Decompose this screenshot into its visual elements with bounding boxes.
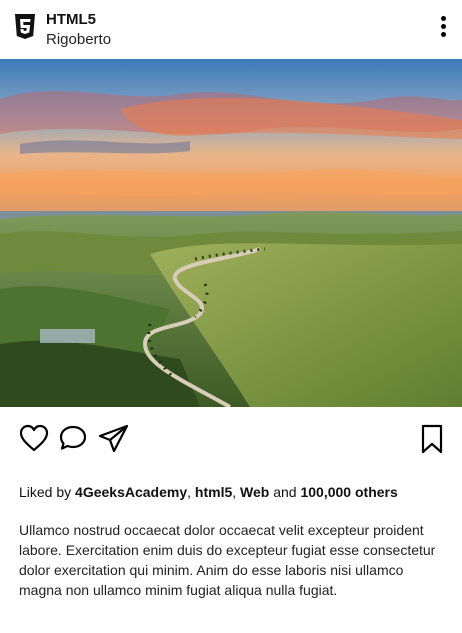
post-card: HTML5 Rigoberto Liked by 4GeeksAcademy, … xyxy=(0,0,462,633)
liked-by-user-web[interactable]: Web xyxy=(240,484,269,500)
post-header: HTML5 Rigoberto xyxy=(0,0,462,59)
likes-separator: , xyxy=(232,484,241,500)
more-vertical-icon[interactable] xyxy=(436,16,450,42)
comment-icon[interactable] xyxy=(58,424,88,452)
username[interactable]: Rigoberto xyxy=(46,31,111,49)
likes-summary: Liked by 4GeeksAcademy, html5, Web and 1… xyxy=(19,483,398,501)
send-icon[interactable] xyxy=(98,424,130,454)
bookmark-icon[interactable] xyxy=(420,424,444,454)
post-caption: Ullamco nostrud occaecat dolor occaecat … xyxy=(19,522,436,598)
liked-by-user-4geeksacademy[interactable]: 4GeeksAcademy xyxy=(75,484,187,500)
likes-separator: , xyxy=(187,484,195,500)
likes-prefix: Liked by xyxy=(19,484,76,500)
heart-icon[interactable] xyxy=(19,424,49,452)
likes-others-count[interactable]: 100,000 others xyxy=(300,484,397,500)
action-bar xyxy=(0,407,462,467)
post-image[interactable] xyxy=(0,59,462,407)
landscape-photo xyxy=(0,59,462,407)
account-name[interactable]: HTML5 xyxy=(46,11,96,29)
liked-by-user-html5[interactable]: html5 xyxy=(195,484,232,500)
likes-and: and xyxy=(269,484,301,500)
html5-logo-icon[interactable] xyxy=(14,14,36,40)
